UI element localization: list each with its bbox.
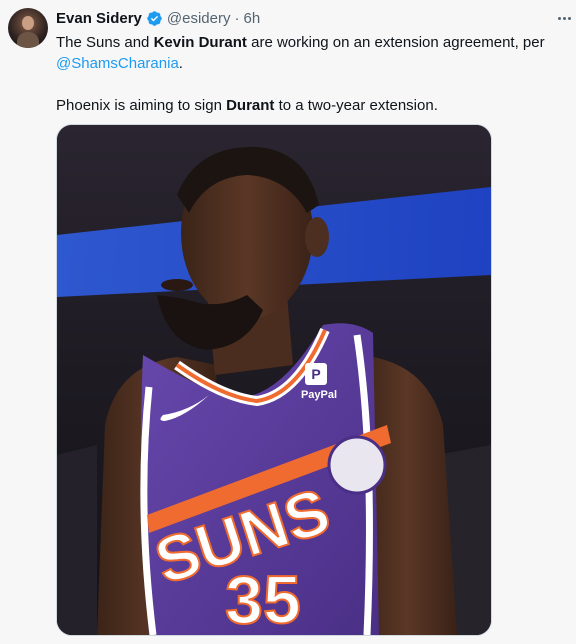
svg-text:P: P: [311, 366, 320, 382]
player-photo: P PayPal SUNS 35: [57, 125, 491, 635]
author-avatar[interactable]: [8, 8, 48, 48]
verified-badge-icon: [147, 10, 162, 26]
separator-dot: ·: [234, 9, 240, 27]
tweet-text: The Suns and Kevin Durant are working on…: [56, 32, 556, 116]
mention-link[interactable]: @ShamsCharania: [56, 55, 179, 72]
more-options-icon[interactable]: [554, 8, 574, 28]
author-handle[interactable]: @esidery: [167, 10, 231, 27]
tweet-timestamp[interactable]: 6h: [243, 10, 260, 27]
tweet-media-image[interactable]: P PayPal SUNS 35: [56, 124, 492, 636]
tweet-header: Evan Sidery @esidery · 6h: [56, 8, 260, 28]
jersey-number: 35: [225, 562, 301, 635]
tweet-card[interactable]: Evan Sidery @esidery · 6h The Suns and K…: [0, 0, 576, 644]
tweet-paragraph-1: The Suns and Kevin Durant are working on…: [56, 34, 545, 72]
sponsor-text: PayPal: [301, 389, 337, 401]
author-name[interactable]: Evan Sidery: [56, 10, 142, 27]
tweet-paragraph-2: Phoenix is aiming to sign Durant to a tw…: [56, 97, 438, 114]
